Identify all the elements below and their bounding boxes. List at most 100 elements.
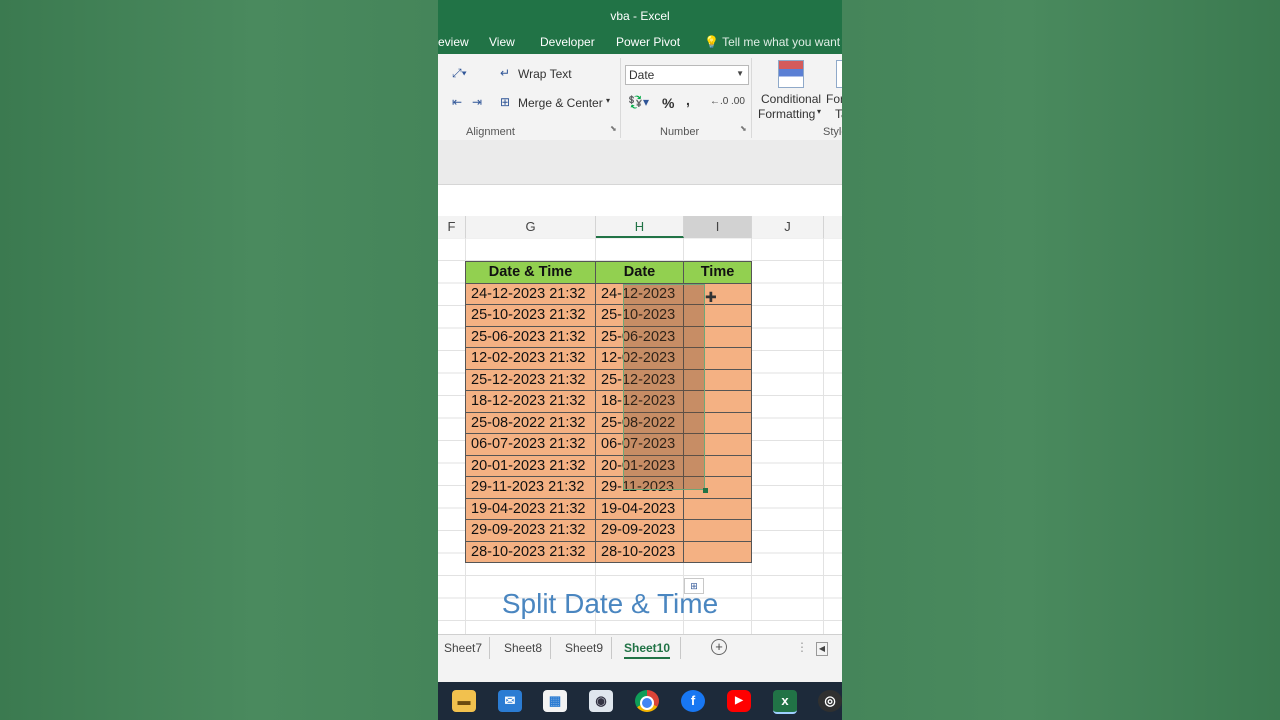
increase-decimal-icon[interactable]: ←.0	[710, 96, 728, 107]
sheet-tab-sheet7[interactable]: Sheet7	[444, 641, 482, 655]
cell-datetime[interactable]: 25-06-2023 21:32	[465, 325, 596, 348]
column-header-j[interactable]: J	[752, 216, 824, 238]
format-as-table-line2[interactable]: Ta	[835, 107, 842, 121]
header-date[interactable]: Date	[595, 261, 684, 284]
cell-datetime[interactable]: 25-10-2023 21:32	[465, 304, 596, 327]
sheet-tab-sheet10[interactable]: Sheet10	[624, 641, 671, 659]
number-format-dropdown[interactable]: Date ▼	[625, 65, 749, 85]
youtube-icon[interactable]: ▶	[727, 690, 751, 712]
selection-range[interactable]	[623, 284, 705, 490]
cell-time[interactable]	[683, 540, 752, 563]
excel-window: vba - Excel eview View Developer Power P…	[438, 0, 842, 720]
column-headers: F G H I J	[438, 216, 842, 239]
divider	[620, 58, 621, 138]
window-title: vba - Excel	[610, 9, 670, 23]
ribbon: ⤢▾ ↵ Wrap Text ⇤ ⇥ ⊞ Merge & Center ▾ Al…	[438, 54, 842, 141]
sheet-tab-sheet9[interactable]: Sheet9	[565, 641, 603, 655]
title-bar: vba - Excel	[438, 0, 842, 32]
column-header-i[interactable]: I	[684, 216, 752, 238]
tab-review[interactable]: eview	[438, 35, 469, 49]
ribbon-tabs: eview View Developer Power Pivot 💡 Tell …	[438, 32, 842, 54]
divider	[489, 637, 490, 659]
sheet-tabs-bar: Sheet7 Sheet8 Sheet9 Sheet10 + ⋮ ◀	[438, 634, 842, 663]
grid-line	[823, 238, 824, 634]
cell-datetime[interactable]: 29-09-2023 21:32	[465, 519, 596, 542]
more-options-icon[interactable]: ⋮	[796, 640, 808, 654]
cell-date[interactable]: 19-04-2023	[595, 497, 684, 520]
percent-button[interactable]: %	[662, 95, 674, 111]
table-row: 25-06-2023 21:32 25-06-2023	[465, 325, 752, 348]
header-date-time[interactable]: Date & Time	[465, 261, 596, 284]
cell-datetime[interactable]: 28-10-2023 21:32	[465, 540, 596, 563]
conditional-formatting-line1[interactable]: Conditional	[761, 92, 821, 106]
table-row: 06-07-2023 21:32 06-07-2023	[465, 433, 752, 456]
currency-icon[interactable]: 💱▾	[628, 95, 649, 109]
cell-time[interactable]	[683, 497, 752, 520]
format-as-table-icon	[836, 60, 842, 88]
obs-icon[interactable]: ◎	[818, 690, 842, 712]
tab-view[interactable]: View	[489, 35, 515, 49]
right-background	[842, 0, 1280, 720]
merge-center-button[interactable]: Merge & Center	[518, 96, 603, 110]
wrap-text-icon: ↵	[500, 66, 511, 80]
facebook-icon[interactable]: f	[681, 690, 705, 712]
header-time[interactable]: Time	[683, 261, 752, 284]
mail-icon[interactable]: ✉	[498, 690, 522, 712]
cell-datetime[interactable]: 20-01-2023 21:32	[465, 454, 596, 477]
excel-icon[interactable]: x	[773, 690, 797, 714]
tab-developer[interactable]: Developer	[540, 35, 595, 49]
cell-time[interactable]	[683, 519, 752, 542]
table-row: 28-10-2023 21:32 28-10-2023	[465, 540, 752, 563]
cell-datetime[interactable]: 25-12-2023 21:32	[465, 368, 596, 391]
format-as-table-line1[interactable]: For	[826, 92, 842, 106]
formula-bar[interactable]	[438, 184, 842, 208]
cell-datetime[interactable]: 25-08-2022 21:32	[465, 411, 596, 434]
store-icon[interactable]: ▦	[543, 690, 567, 712]
conditional-dropdown-icon[interactable]: ▾	[817, 107, 821, 116]
column-header-h[interactable]: H	[596, 216, 684, 238]
add-sheet-icon[interactable]: +	[711, 639, 727, 655]
table-row: 19-04-2023 21:32 19-04-2023	[465, 497, 752, 520]
column-header-f[interactable]: F	[438, 216, 466, 238]
conditional-formatting-icon	[778, 60, 804, 88]
increase-indent-icon[interactable]: ⇥	[472, 95, 482, 109]
fill-handle[interactable]	[703, 488, 708, 493]
sheet-tab-sheet8[interactable]: Sheet8	[504, 641, 542, 655]
merge-dropdown-icon[interactable]: ▾	[606, 96, 610, 105]
media-icon[interactable]: ◉	[589, 690, 613, 712]
alignment-group-label: Alignment	[466, 126, 515, 138]
decrease-decimal-icon[interactable]: .00	[731, 96, 745, 107]
column-header-g[interactable]: G	[466, 216, 596, 238]
comma-button[interactable]: ,	[686, 92, 690, 108]
spacer	[438, 206, 842, 216]
table-row: 25-08-2022 21:32 25-08-2022	[465, 411, 752, 434]
table-row: 29-09-2023 21:32 29-09-2023	[465, 519, 752, 542]
cell-datetime[interactable]: 06-07-2023 21:32	[465, 433, 596, 456]
cell-datetime[interactable]: 24-12-2023 21:32	[465, 282, 596, 305]
chrome-icon[interactable]	[635, 690, 659, 712]
divider	[751, 58, 752, 138]
conditional-formatting-line2[interactable]: Formatting	[758, 107, 815, 121]
number-launcher-icon[interactable]: ⬊	[740, 124, 747, 133]
table-row: 25-12-2023 21:32 25-12-2023	[465, 368, 752, 391]
tell-me-box[interactable]: 💡 Tell me what you want to	[704, 35, 842, 49]
cell-datetime[interactable]: 29-11-2023 21:32	[465, 476, 596, 499]
cell-date[interactable]: 28-10-2023	[595, 540, 684, 563]
cell-datetime[interactable]: 12-02-2023 21:32	[465, 347, 596, 370]
divider	[680, 637, 681, 659]
table-row: 20-01-2023 21:32 20-01-2023	[465, 454, 752, 477]
number-group-label: Number	[660, 126, 700, 138]
left-background	[0, 0, 438, 720]
cell-date[interactable]: 29-09-2023	[595, 519, 684, 542]
taskbar: ▬ ✉ ▦ ◉ f ▶ x ◎	[438, 682, 842, 720]
formula-area-background	[438, 140, 842, 184]
orientation-icon[interactable]: ⤢▾	[452, 66, 467, 81]
alignment-launcher-icon[interactable]: ⬊	[610, 124, 617, 133]
decrease-indent-icon[interactable]: ⇤	[452, 95, 462, 109]
wrap-text-button[interactable]: Wrap Text	[518, 67, 572, 81]
cell-datetime[interactable]: 18-12-2023 21:32	[465, 390, 596, 413]
tab-power-pivot[interactable]: Power Pivot	[616, 35, 680, 49]
file-explorer-icon[interactable]: ▬	[452, 690, 476, 712]
scroll-left-icon[interactable]: ◀	[816, 642, 828, 656]
cell-datetime[interactable]: 19-04-2023 21:32	[465, 497, 596, 520]
